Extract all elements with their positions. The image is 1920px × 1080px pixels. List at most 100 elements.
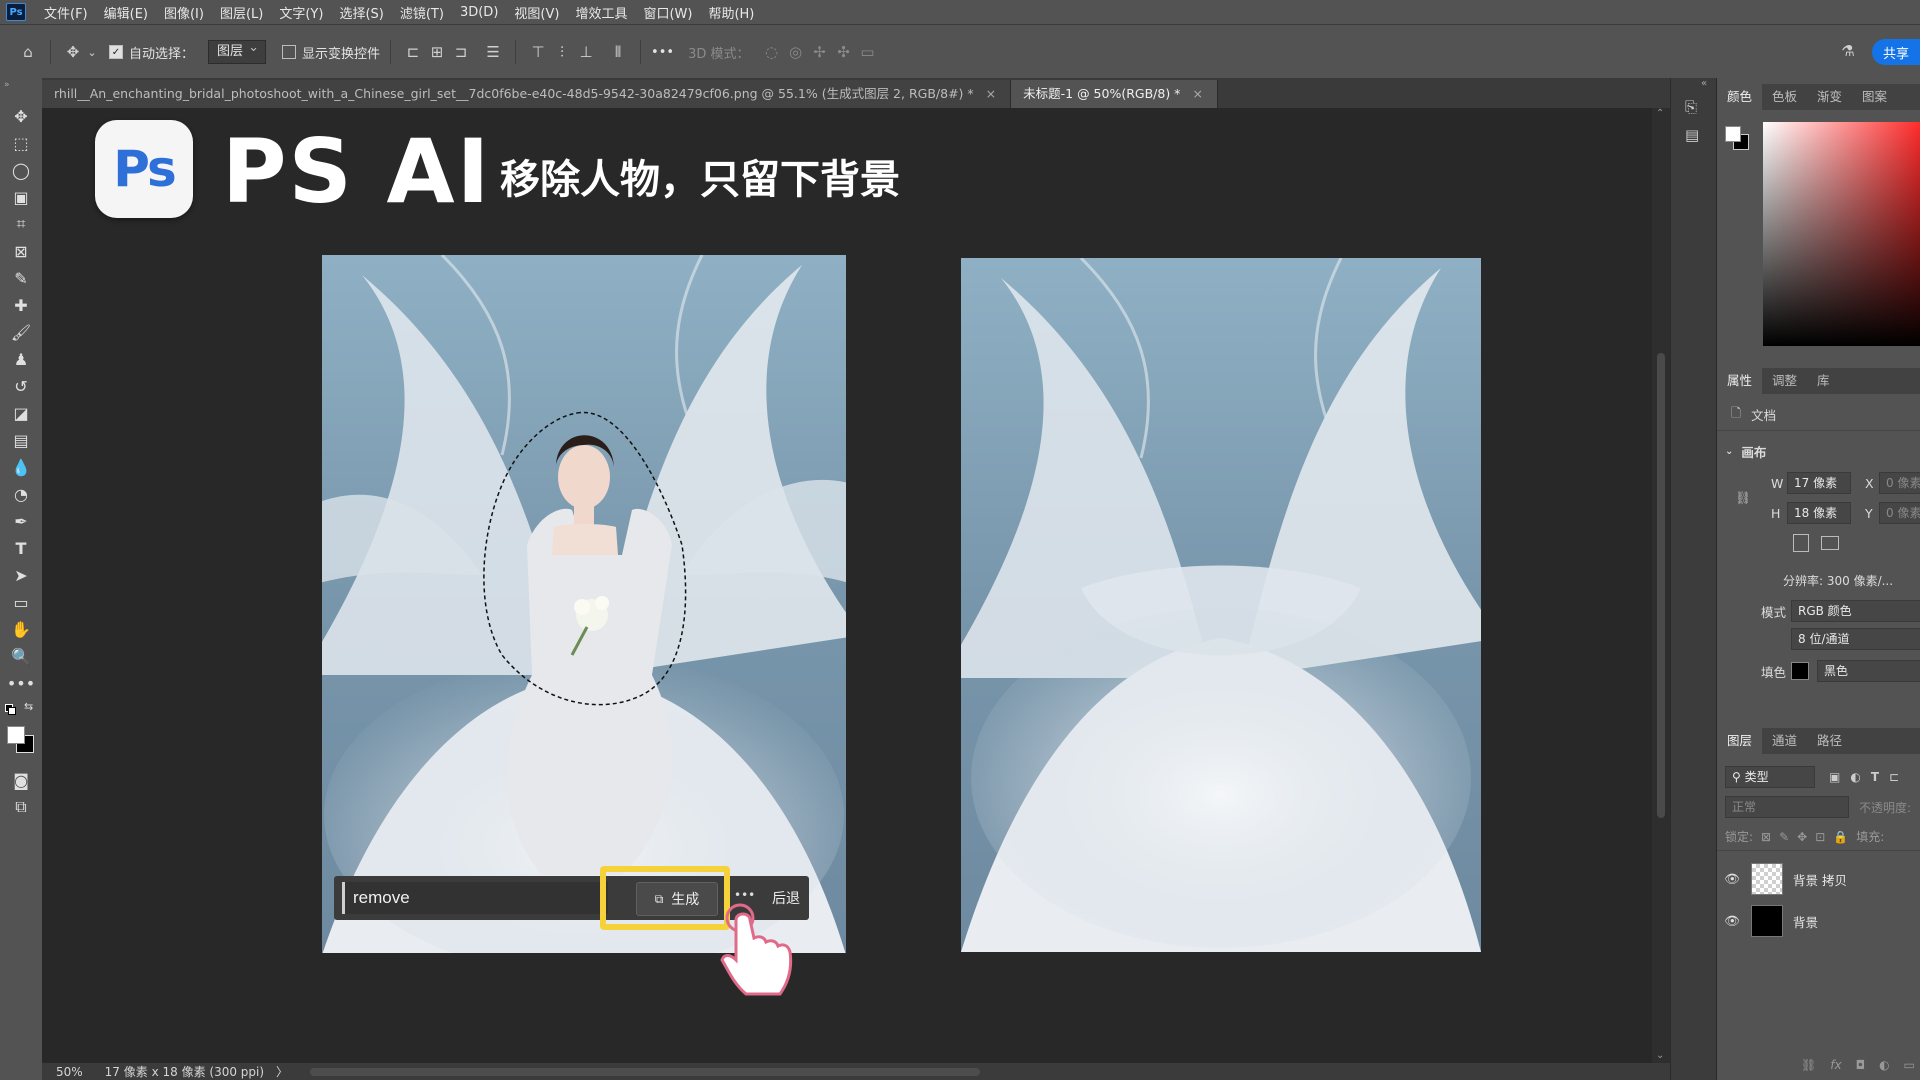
scrollbar-thumb[interactable] bbox=[1657, 353, 1665, 818]
blur-tool-icon[interactable]: 💧 bbox=[7, 455, 35, 479]
comments-panel-icon[interactable]: ▤ bbox=[1685, 126, 1699, 144]
auto-select-checkbox[interactable]: ✓ bbox=[109, 45, 123, 59]
eyedropper-tool-icon[interactable]: ✎ bbox=[7, 266, 35, 290]
default-colors-icon[interactable] bbox=[5, 704, 16, 715]
home-icon[interactable]: ⌂ bbox=[16, 40, 40, 64]
gradient-tool-icon[interactable]: ▤ bbox=[7, 428, 35, 452]
blend-mode-dropdown[interactable]: 正常 bbox=[1725, 796, 1849, 818]
more-options-button[interactable]: ••• bbox=[651, 45, 674, 60]
flask-icon[interactable]: ⚗ bbox=[1836, 39, 1860, 63]
scroll-down-icon[interactable]: ⌄ bbox=[1656, 1050, 1664, 1061]
portrait-orientation-icon[interactable] bbox=[1793, 534, 1809, 552]
menu-file[interactable]: 文件(F) bbox=[36, 3, 96, 22]
align-middle-v-icon[interactable]: ⫶ bbox=[550, 40, 574, 64]
tab-layers[interactable]: 图层 bbox=[1717, 728, 1763, 754]
link-layers-icon[interactable]: ⛓ bbox=[1801, 1058, 1816, 1072]
distribute-h-icon[interactable]: ☰ bbox=[481, 40, 505, 64]
layer-filter-dropdown[interactable]: ⚲ 类型 bbox=[1725, 766, 1815, 788]
tab-bridal-photo[interactable]: rhill__An_enchanting_bridal_photoshoot_w… bbox=[42, 80, 1012, 108]
close-icon[interactable]: × bbox=[986, 86, 996, 101]
new-group-icon[interactable]: ▭ bbox=[1904, 1058, 1915, 1072]
auto-select-target-dropdown[interactable]: 图层 bbox=[208, 39, 267, 64]
screen-mode-icon[interactable]: ⧉ bbox=[7, 795, 35, 819]
filter-type-icon[interactable]: T bbox=[1871, 770, 1879, 784]
photoshop-app-icon[interactable]: Ps bbox=[6, 3, 26, 21]
menu-help[interactable]: 帮助(H) bbox=[700, 3, 762, 22]
align-right-icon[interactable]: ⊐ bbox=[449, 40, 473, 64]
color-picker-field[interactable] bbox=[1763, 122, 1920, 346]
menu-window[interactable]: 窗口(W) bbox=[635, 3, 700, 22]
chevron-down-icon[interactable]: ⌄ bbox=[85, 40, 99, 64]
healing-brush-tool-icon[interactable]: ✚ bbox=[7, 293, 35, 317]
filter-shape-icon[interactable]: ⊏ bbox=[1889, 770, 1899, 784]
zoom-level[interactable]: 50% bbox=[56, 1065, 83, 1079]
color-panel-swatches[interactable] bbox=[1725, 126, 1749, 150]
close-icon[interactable]: × bbox=[1192, 86, 1202, 101]
before-image[interactable] bbox=[322, 255, 846, 953]
lock-position-icon[interactable]: ✥ bbox=[1797, 830, 1807, 844]
visibility-eye-icon[interactable]: 👁 bbox=[1717, 913, 1747, 929]
chevron-down-icon[interactable]: ⌄ bbox=[1725, 446, 1733, 457]
pen-tool-icon[interactable]: ✒ bbox=[7, 509, 35, 533]
lock-artboard-icon[interactable]: ⊡ bbox=[1815, 830, 1825, 844]
landscape-orientation-icon[interactable] bbox=[1821, 536, 1839, 550]
hand-tool-icon[interactable]: ✋ bbox=[7, 617, 35, 641]
frame-tool-icon[interactable]: ⊠ bbox=[7, 239, 35, 263]
filter-pixel-icon[interactable]: ▣ bbox=[1829, 770, 1840, 784]
x-field[interactable]: 0 像素 bbox=[1879, 472, 1920, 494]
orbit-3d-icon[interactable]: ◌ bbox=[759, 40, 783, 64]
dodge-tool-icon[interactable]: ◔ bbox=[7, 482, 35, 506]
zoom-tool-icon[interactable]: 🔍 bbox=[7, 644, 35, 668]
path-select-tool-icon[interactable]: ➤ bbox=[7, 563, 35, 587]
menu-view[interactable]: 视图(V) bbox=[506, 3, 567, 22]
collapse-icon[interactable]: » bbox=[4, 80, 10, 90]
brush-tool-icon[interactable]: 🖌 bbox=[7, 320, 35, 344]
lock-transparency-icon[interactable]: ⊠ bbox=[1761, 830, 1771, 844]
tab-channels[interactable]: 通道 bbox=[1762, 728, 1807, 754]
visibility-eye-icon[interactable]: 👁 bbox=[1717, 871, 1747, 887]
layer-row[interactable]: 👁 背景 拷贝 bbox=[1717, 858, 1920, 900]
menu-plugins[interactable]: 增效工具 bbox=[567, 3, 635, 22]
eraser-tool-icon[interactable]: ◪ bbox=[7, 401, 35, 425]
show-transform-checkbox[interactable] bbox=[282, 45, 297, 59]
height-field[interactable]: 18 像素 bbox=[1787, 502, 1851, 524]
adjustment-layer-icon[interactable]: ◐ bbox=[1879, 1058, 1889, 1072]
marquee-tool-icon[interactable]: ⬚ bbox=[7, 131, 35, 155]
move-tool-icon[interactable]: ✥ bbox=[61, 40, 85, 64]
layer-fx-icon[interactable]: fx bbox=[1830, 1058, 1841, 1072]
lock-pixels-icon[interactable]: ✎ bbox=[1779, 830, 1789, 844]
crop-tool-icon[interactable]: ⌗ bbox=[7, 212, 35, 236]
tab-untitled-1[interactable]: 未标题-1 @ 50%(RGB/8) * × bbox=[1011, 80, 1218, 108]
fill-dropdown[interactable]: 黑色 bbox=[1817, 660, 1920, 682]
move-tool-icon[interactable]: ✥ bbox=[7, 104, 35, 128]
swap-colors-icon[interactable]: ⇆ bbox=[24, 700, 33, 713]
filter-adjustment-icon[interactable]: ◐ bbox=[1850, 770, 1860, 784]
menu-type[interactable]: 文字(Y) bbox=[271, 3, 331, 22]
lock-all-icon[interactable]: 🔒 bbox=[1833, 830, 1848, 844]
foreground-color-swatch[interactable] bbox=[7, 726, 25, 744]
align-left-icon[interactable]: ⊏ bbox=[401, 40, 425, 64]
rectangle-tool-icon[interactable]: ▭ bbox=[7, 590, 35, 614]
align-center-h-icon[interactable]: ⊞ bbox=[425, 40, 449, 64]
object-select-tool-icon[interactable]: ▣ bbox=[7, 185, 35, 209]
roll-3d-icon[interactable]: ◎ bbox=[783, 40, 807, 64]
fill-color-swatch[interactable] bbox=[1791, 662, 1809, 680]
tab-color[interactable]: 颜色 bbox=[1717, 84, 1763, 110]
prompt-input[interactable]: remove bbox=[342, 882, 608, 914]
align-top-icon[interactable]: ⊤ bbox=[526, 40, 550, 64]
tab-swatches[interactable]: 色板 bbox=[1762, 84, 1807, 110]
collapse-icon[interactable]: « bbox=[1701, 78, 1707, 89]
share-button[interactable]: 共享 bbox=[1872, 39, 1920, 65]
clone-stamp-tool-icon[interactable]: ♟ bbox=[7, 347, 35, 371]
width-field[interactable]: 17 像素 bbox=[1787, 472, 1851, 494]
canvas-vertical-scrollbar[interactable]: ⌃ ⌄ bbox=[1652, 108, 1670, 1063]
status-menu-arrow[interactable]: 〉 bbox=[276, 1063, 288, 1080]
link-dimensions-icon[interactable]: ⛓ bbox=[1735, 490, 1751, 506]
canvas-horizontal-scrollbar[interactable] bbox=[310, 1067, 981, 1076]
scroll-up-icon[interactable]: ⌃ bbox=[1656, 108, 1664, 119]
menu-filter[interactable]: 滤镜(T) bbox=[392, 3, 452, 22]
quick-mask-icon[interactable]: ◙ bbox=[7, 768, 35, 792]
after-image[interactable] bbox=[961, 258, 1481, 952]
layer-row[interactable]: 👁 背景 bbox=[1717, 900, 1920, 942]
slide-3d-icon[interactable]: ✣ bbox=[831, 40, 855, 64]
